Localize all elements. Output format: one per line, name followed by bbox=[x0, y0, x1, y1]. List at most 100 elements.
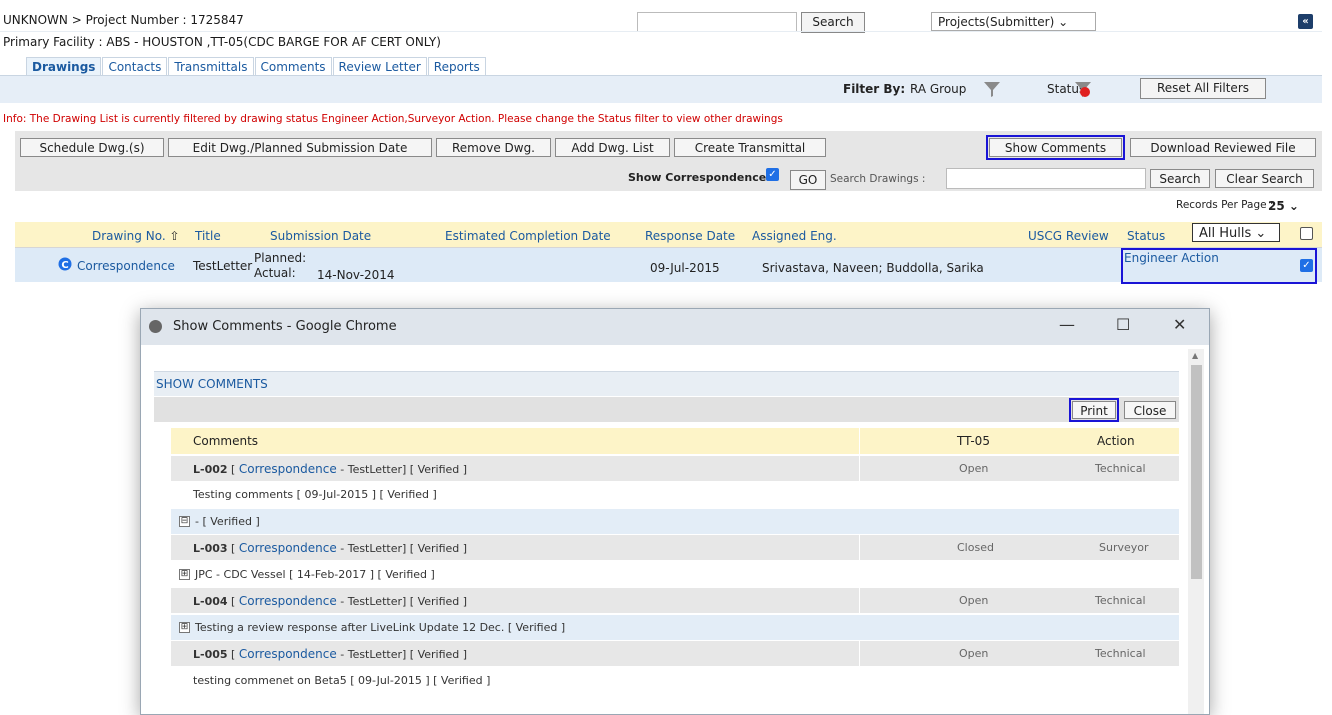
hulls-select[interactable]: All Hulls ⌄ bbox=[1192, 223, 1280, 242]
status-engineer-action[interactable]: Engineer Action bbox=[1121, 248, 1317, 284]
divider bbox=[859, 588, 860, 613]
col-drawing-no-label: Drawing No. bbox=[92, 229, 166, 243]
collapse-tree-icon[interactable]: ⊟ bbox=[179, 516, 190, 527]
correspondence-link[interactable]: Correspondence bbox=[239, 462, 337, 476]
comment-ref: L-004 [ Correspondence - TestLetter] [ V… bbox=[193, 594, 468, 608]
col-comments: Comments bbox=[193, 434, 259, 448]
chevron-down-icon: ⌄ bbox=[1058, 15, 1069, 29]
tab-transmittals[interactable]: Transmittals bbox=[168, 57, 254, 76]
status-filter-icon[interactable] bbox=[1074, 80, 1092, 98]
expand-tree-icon[interactable]: ⊞ bbox=[179, 622, 190, 633]
popup-toolbar bbox=[154, 397, 1179, 422]
project-search-input[interactable] bbox=[637, 12, 797, 32]
comment-thread-row[interactable]: ⊟ - [ Verified ] bbox=[171, 509, 1179, 534]
add-drawing-list-button[interactable]: Add Dwg. List bbox=[555, 138, 670, 157]
projects-select-value: Projects(Submitter) bbox=[938, 15, 1055, 29]
window-title: Show Comments - Google Chrome bbox=[173, 319, 397, 334]
comment-thread-row[interactable]: ⊞ Testing a review response after LiveLi… bbox=[171, 615, 1179, 640]
comment-id: L-002 bbox=[193, 463, 228, 476]
show-correspondence-label: Show Correspondence: bbox=[628, 171, 771, 184]
close-icon[interactable]: ✕ bbox=[1173, 315, 1186, 334]
close-button[interactable]: Close bbox=[1124, 401, 1176, 419]
scroll-thumb[interactable] bbox=[1191, 365, 1202, 579]
actual-label: Actual: bbox=[254, 266, 296, 280]
correspondence-link[interactable]: Correspondence bbox=[239, 541, 337, 555]
comment-row[interactable]: L-002 [ Correspondence - TestLetter] [ V… bbox=[171, 456, 1179, 481]
records-per-page-select[interactable]: 25 ⌄ bbox=[1268, 199, 1299, 213]
chevron-down-icon: ⌄ bbox=[1255, 226, 1267, 241]
print-button[interactable]: Print bbox=[1069, 398, 1119, 422]
tab-contacts[interactable]: Contacts bbox=[102, 57, 168, 76]
col-assigned-eng[interactable]: Assigned Eng. bbox=[752, 229, 837, 243]
tab-strip: Drawings Contacts Transmittals Comments … bbox=[26, 57, 487, 76]
col-title[interactable]: Title bbox=[195, 229, 221, 243]
projects-select[interactable]: Projects(Submitter) ⌄ bbox=[931, 12, 1096, 31]
ra-group-label: RA Group bbox=[910, 82, 967, 96]
edit-drawing-button[interactable]: Edit Dwg./Planned Submission Date bbox=[168, 138, 432, 157]
tab-drawings[interactable]: Drawings bbox=[26, 57, 102, 76]
correspondence-icon: C bbox=[58, 257, 72, 271]
comment-id: L-005 bbox=[193, 648, 228, 661]
tab-review-letter[interactable]: Review Letter bbox=[332, 57, 427, 76]
filter-icon[interactable] bbox=[983, 80, 1001, 98]
expand-tree-icon[interactable]: ⊞ bbox=[179, 569, 190, 580]
search-drawings-input[interactable] bbox=[946, 168, 1146, 189]
section-title: SHOW COMMENTS bbox=[156, 377, 268, 391]
schedule-drawings-button[interactable]: Schedule Dwg.(s) bbox=[20, 138, 164, 157]
create-transmittal-button[interactable]: Create Transmittal bbox=[674, 138, 826, 157]
comment-detail-row: testing commenet on Beta5 [ 09-Jul-2015 … bbox=[171, 668, 1179, 693]
comment-row[interactable]: L-005 [ Correspondence - TestLetter] [ V… bbox=[171, 641, 1179, 666]
show-comments-header: SHOW COMMENTS bbox=[154, 371, 1179, 396]
search-button[interactable]: Search bbox=[1150, 169, 1210, 188]
go-button[interactable]: GO bbox=[790, 170, 826, 190]
comment-text: - [ Verified ] bbox=[195, 515, 260, 528]
app-frame: UNKNOWN > Project Number : 1725847 Prima… bbox=[0, 0, 1322, 715]
col-submission-date[interactable]: Submission Date bbox=[270, 229, 371, 243]
scroll-up-icon[interactable]: ▲ bbox=[1192, 351, 1198, 360]
window-titlebar: Show Comments - Google Chrome — ☐ ✕ bbox=[141, 309, 1209, 345]
chevron-down-icon: ⌄ bbox=[1288, 199, 1299, 213]
collapse-icon[interactable]: « bbox=[1298, 14, 1313, 29]
filter-bar bbox=[0, 75, 1322, 103]
breadcrumb: UNKNOWN > Project Number : 1725847 bbox=[3, 13, 244, 27]
correspondence-link[interactable]: Correspondence bbox=[239, 647, 337, 661]
comment-status: Open bbox=[959, 647, 989, 660]
comment-thread-row[interactable]: ⊞ JPC - CDC Vessel [ 14-Feb-2017 ] [ Ver… bbox=[171, 562, 1179, 587]
comment-text: JPC - CDC Vessel [ 14-Feb-2017 ] [ Verif… bbox=[195, 568, 435, 581]
correspondence-link[interactable]: Correspondence bbox=[239, 594, 337, 608]
row-select-checkbox[interactable]: ✓ bbox=[1300, 259, 1313, 272]
planned-label: Planned: bbox=[254, 251, 307, 265]
comment-row[interactable]: L-004 [ Correspondence - TestLetter] [ V… bbox=[171, 588, 1179, 613]
tab-comments[interactable]: Comments bbox=[254, 57, 332, 76]
remove-drawing-button[interactable]: Remove Dwg. bbox=[436, 138, 551, 157]
col-estimated-completion[interactable]: Estimated Completion Date bbox=[445, 229, 611, 243]
project-search-button[interactable]: Search bbox=[801, 12, 865, 33]
reset-all-filters-button[interactable]: Reset All Filters bbox=[1140, 78, 1266, 99]
col-response-date[interactable]: Response Date bbox=[645, 229, 735, 243]
select-all-checkbox[interactable] bbox=[1300, 227, 1313, 240]
sort-up-icon: ⇧ bbox=[169, 229, 180, 243]
tab-reports[interactable]: Reports bbox=[427, 57, 486, 76]
col-hull: TT-05 bbox=[957, 434, 990, 448]
col-uscg-review[interactable]: USCG Review bbox=[1028, 229, 1109, 243]
hulls-select-value: All Hulls bbox=[1199, 226, 1252, 241]
drawing-number-link[interactable]: Correspondence bbox=[77, 259, 175, 273]
divider bbox=[859, 428, 860, 454]
records-per-page-label: Records Per Page : bbox=[1176, 199, 1274, 211]
comment-action: Technical bbox=[1095, 594, 1146, 607]
maximize-icon[interactable]: ☐ bbox=[1116, 315, 1130, 334]
comment-id: L-004 bbox=[193, 595, 228, 608]
comment-row[interactable]: L-003 [ Correspondence - TestLetter] [ V… bbox=[171, 535, 1179, 560]
download-reviewed-file-button[interactable]: Download Reviewed File bbox=[1130, 138, 1316, 157]
col-status[interactable]: Status bbox=[1127, 229, 1165, 243]
scrollbar[interactable]: ▲ bbox=[1188, 349, 1204, 714]
comment-action: Surveyor bbox=[1099, 541, 1149, 554]
comment-suffix: - TestLetter] [ Verified ] bbox=[336, 463, 468, 476]
col-drawing-no[interactable]: Drawing No. ⇧ bbox=[92, 229, 180, 243]
clear-search-button[interactable]: Clear Search bbox=[1215, 169, 1314, 188]
show-comments-button[interactable]: Show Comments bbox=[986, 135, 1125, 160]
show-correspondence-checkbox[interactable]: ✓ bbox=[766, 168, 779, 181]
minimize-icon[interactable]: — bbox=[1059, 315, 1075, 334]
comment-suffix: - TestLetter] [ Verified ] bbox=[336, 648, 468, 661]
comment-suffix: - TestLetter] [ Verified ] bbox=[336, 595, 468, 608]
